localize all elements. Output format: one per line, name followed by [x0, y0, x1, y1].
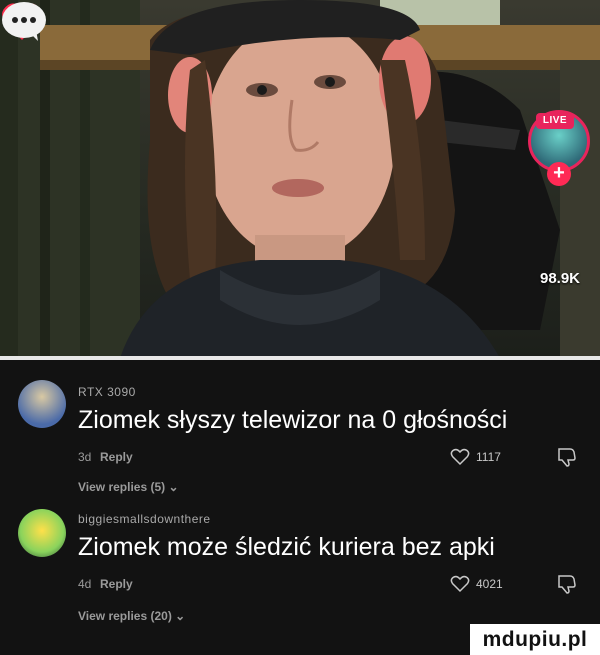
comment-text: Ziomek słyszy telewizor na 0 głośności: [78, 406, 508, 434]
view-replies-link[interactable]: View replies (5) ⌄: [78, 480, 179, 494]
view-replies-link[interactable]: View replies (20) ⌄: [78, 609, 185, 623]
heart-outline-icon: [450, 575, 470, 593]
watermark: mdupiu.pl: [470, 624, 600, 655]
comment-like-button[interactable]: 4021: [450, 575, 503, 593]
comment-username[interactable]: RTX 3090: [78, 385, 136, 399]
avatar[interactable]: [18, 380, 66, 428]
comment-like-count: 1117: [476, 450, 501, 464]
comment-text: Ziomek może śledzić kuriera bez apki: [78, 533, 495, 561]
comment-username[interactable]: biggiesmallsdownthere: [78, 512, 211, 526]
video-like-count: 98.9K: [539, 270, 581, 287]
follow-button[interactable]: +: [547, 162, 571, 186]
chevron-down-icon: ⌄: [168, 480, 179, 494]
video-scene: [0, 0, 600, 358]
comment-like-count: 4021: [476, 577, 503, 591]
view-replies-label: View replies (20): [78, 609, 172, 623]
live-badge: LIVE: [536, 113, 574, 129]
video-frame[interactable]: LIVE + 98.9K: [0, 0, 600, 358]
comment-like-button[interactable]: 1117: [450, 448, 501, 466]
dislike-icon[interactable]: [556, 573, 578, 595]
comment-meta: 4d Reply 4021: [78, 575, 578, 595]
comment-meta: 3d Reply 1117: [78, 448, 578, 468]
reply-button[interactable]: Reply: [100, 577, 133, 591]
reply-button[interactable]: Reply: [100, 450, 133, 464]
avatar[interactable]: [18, 509, 66, 557]
video-bottom-divider: [0, 356, 600, 360]
comment-bubble-icon[interactable]: [0, 0, 48, 42]
chevron-down-icon: ⌄: [175, 609, 186, 623]
heart-outline-icon: [450, 448, 470, 466]
comment-time: 4d: [78, 577, 92, 591]
dislike-icon[interactable]: [556, 446, 578, 468]
view-replies-label: View replies (5): [78, 480, 166, 494]
comment-time: 3d: [78, 450, 92, 464]
